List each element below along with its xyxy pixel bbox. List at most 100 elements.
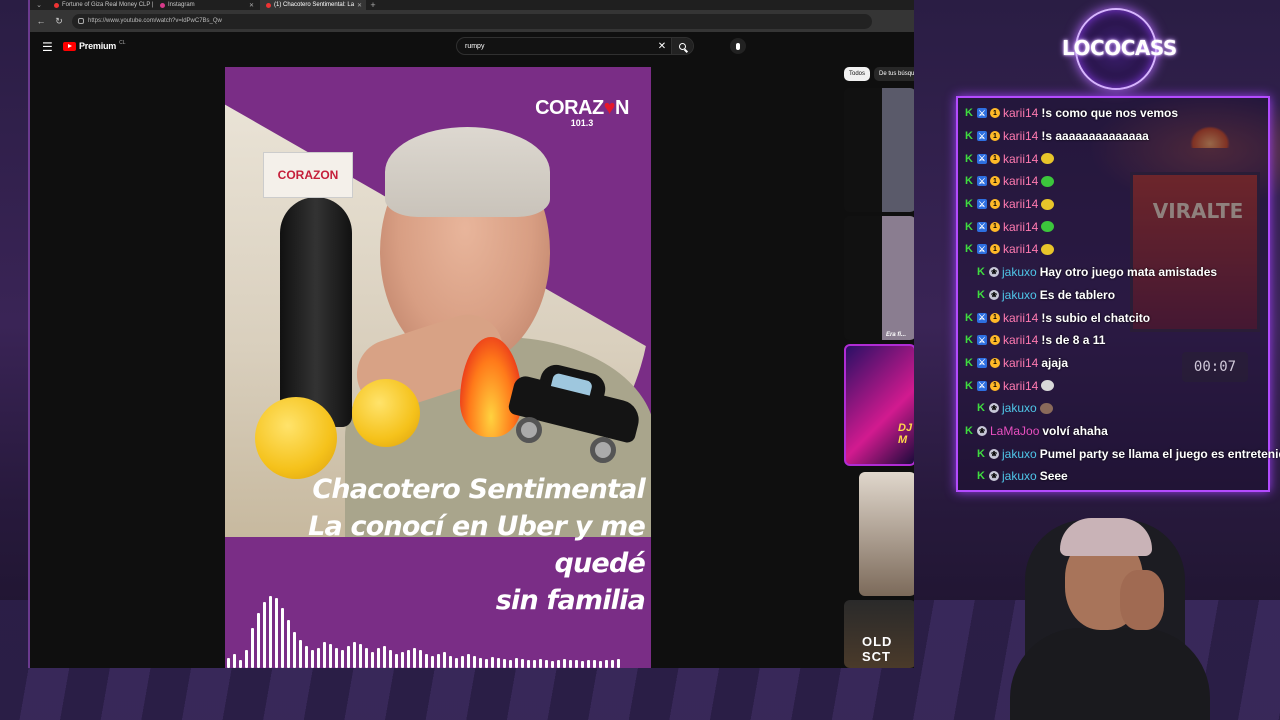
chat-message: K ⚔ 1 karii14 !s subio el chatcito [958, 306, 1268, 329]
chip-from-searches[interactable]: De tus búsque [874, 67, 914, 81]
recommended-video[interactable]: Era fi... [844, 216, 914, 340]
chat-username[interactable]: karii14 [1003, 311, 1038, 325]
moderator-badge-icon: ⚔ [977, 221, 987, 232]
chat-text: volví ahaha [1042, 423, 1108, 438]
chat-text: !s aaaaaaaaaaaaaa [1041, 129, 1149, 144]
subscriber-badge-icon: 1 [990, 312, 1000, 323]
chat-username[interactable]: karii14 [1003, 220, 1038, 234]
chat-text: Seee [1039, 469, 1068, 484]
emote-icon [1041, 198, 1055, 210]
chat-username[interactable]: karii14 [1003, 129, 1038, 143]
webcam-feed [980, 500, 1240, 720]
chat-username[interactable]: karii14 [1003, 333, 1038, 347]
search-input[interactable] [457, 42, 653, 50]
chat-text: ajaja [1041, 355, 1069, 370]
video-player[interactable]: CORAZON CORAZ♥N 101.3 Chacotero Sentimen… [225, 67, 651, 668]
chip-all[interactable]: Todos [844, 67, 871, 81]
heart-icon: ♥ [603, 97, 616, 119]
tab-search-icon[interactable]: ⌄ [30, 1, 48, 9]
moderator-badge-icon: ⚔ [977, 380, 987, 391]
chat-message: K ⚔ 1 karii14 !s como que nos vemos [958, 102, 1268, 125]
chat-username[interactable]: jakuxo [1002, 265, 1037, 279]
chat-username[interactable]: jakuxo [1002, 401, 1037, 415]
chat-message: K ❀ LaMaJoo volví ahaha [958, 420, 1268, 443]
moderator-badge-icon: ⚔ [977, 131, 987, 142]
search-box: ✕ [456, 37, 694, 55]
chat-username[interactable]: jakuxo [1002, 469, 1037, 483]
chat-username[interactable]: LaMaJoo [990, 424, 1039, 438]
logo-text: LOCOCASS [1062, 36, 1177, 60]
recommended-video[interactable]: OLD SCT [844, 600, 914, 668]
url-field[interactable]: https://www.youtube.com/watch?v=ldPwC7Bs… [72, 13, 872, 29]
gifter-badge-icon: ❀ [977, 425, 987, 436]
tab-youtube[interactable]: (1) Chacotero Sentimental: La ✕ [260, 0, 366, 10]
chat-username[interactable]: jakuxo [1002, 447, 1037, 461]
emote-icon [1041, 153, 1055, 165]
timer: 00:07 [1182, 352, 1248, 382]
recommended-video[interactable]: DJ M [844, 344, 914, 466]
kick-badge-icon: K [977, 447, 985, 460]
chat-message: K ⚔ 1 karii14 [958, 147, 1268, 170]
subscriber-badge-icon: 1 [990, 199, 1000, 210]
tab-fortune[interactable]: Fortune of Giza Real Money CLP | ✕ [48, 0, 154, 10]
chat-message: K ❀ jakuxo Es de tablero [958, 284, 1268, 307]
moderator-badge-icon: ⚔ [977, 335, 987, 346]
brand-text: CORAZ [535, 97, 604, 119]
close-tab-icon[interactable]: ✕ [357, 2, 362, 9]
tab-instagram[interactable]: Instagram ✕ [154, 0, 260, 10]
youtube-play-icon [63, 41, 76, 51]
recommended-video[interactable] [844, 88, 914, 212]
moderator-badge-icon: ⚔ [977, 199, 987, 210]
subscriber-badge-icon: 1 [990, 108, 1000, 119]
clear-search-icon[interactable]: ✕ [653, 41, 671, 52]
chat-username[interactable]: jakuxo [1002, 288, 1037, 302]
back-icon[interactable]: ← [36, 16, 46, 26]
moderator-badge-icon: ⚔ [977, 357, 987, 368]
subscriber-badge-icon: 1 [990, 380, 1000, 391]
tab-title: Instagram [168, 2, 195, 8]
kick-badge-icon: K [977, 288, 985, 301]
chat-text: Pumel party se llama el juego es entrete… [1039, 446, 1280, 461]
search-button[interactable] [671, 38, 693, 54]
kick-badge-icon: K [965, 311, 973, 324]
chat-text: Es de tablero [1039, 287, 1116, 302]
chat-text: !s subio el chatcito [1041, 310, 1151, 325]
menu-icon[interactable]: ☰ [42, 40, 53, 54]
youtube-header: ☰ Premium CL ✕ [30, 32, 914, 62]
chat-username[interactable]: karii14 [1003, 356, 1038, 370]
close-tab-icon[interactable]: ✕ [249, 2, 254, 9]
youtube-logo[interactable]: Premium CL [63, 40, 126, 51]
chat-username[interactable]: karii14 [1003, 152, 1038, 166]
gifter-badge-icon: ❀ [989, 267, 999, 278]
voice-search-button[interactable] [730, 38, 746, 54]
site-info-icon[interactable] [78, 18, 84, 24]
new-tab-button[interactable]: + [366, 0, 380, 10]
moderator-badge-icon: ⚔ [977, 244, 987, 255]
chat-text: !s de 8 a 11 [1041, 333, 1106, 348]
chat-username[interactable]: karii14 [1003, 174, 1038, 188]
audio-waveform [225, 587, 651, 668]
gifter-badge-icon: ❀ [989, 448, 999, 459]
chat-username[interactable]: karii14 [1003, 379, 1038, 393]
kick-badge-icon: K [965, 130, 973, 143]
host-hair [385, 127, 550, 217]
rec-thumbnail-text: OLD SCT [862, 634, 893, 664]
chat-username[interactable]: karii14 [1003, 106, 1038, 120]
car-icon [507, 361, 643, 463]
chat-message: K ❀ jakuxo Hay otro juego mata amistades [958, 261, 1268, 284]
rec-thumbnail-text: Era fi... [886, 332, 907, 338]
reload-icon[interactable]: ↻ [54, 16, 64, 27]
chat-text: Hay otro juego mata amistades [1039, 265, 1218, 280]
kick-badge-icon: K [977, 266, 985, 279]
rec-thumbnail-text: DJ M [898, 422, 913, 446]
chat-username[interactable]: karii14 [1003, 197, 1038, 211]
youtube-icon [266, 2, 271, 8]
channel-logo: LOCOCASS [1062, 8, 1177, 90]
tab-title: (1) Chacotero Sentimental: La [274, 2, 355, 8]
country-code: CL [119, 40, 126, 46]
gifter-badge-icon: ❀ [989, 471, 999, 482]
kick-badge-icon: K [965, 424, 973, 437]
recommended-video[interactable] [859, 472, 914, 596]
chat-text: !s como que nos vemos [1041, 106, 1179, 121]
chat-username[interactable]: karii14 [1003, 242, 1038, 256]
